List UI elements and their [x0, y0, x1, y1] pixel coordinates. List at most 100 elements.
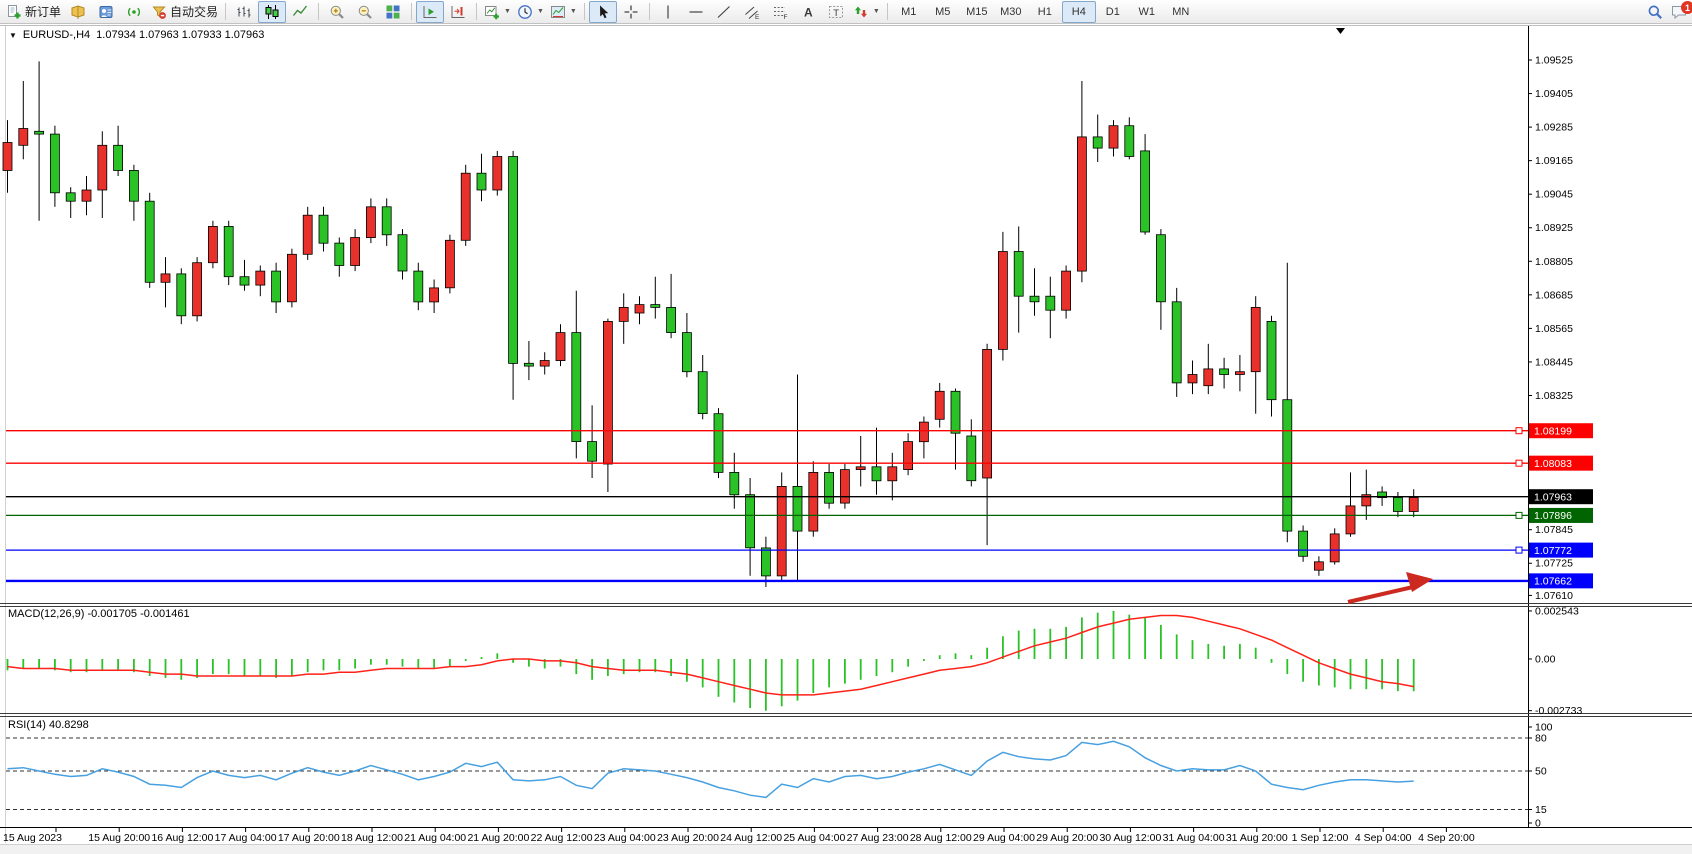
candle-down [477, 173, 486, 190]
tf-d1-button[interactable]: D1 [1096, 1, 1130, 23]
toolbar-separator [476, 3, 477, 20]
book-icon [70, 4, 86, 20]
macd-indicator-label: MACD(12,26,9) -0.001705 -0.001461 [8, 608, 190, 620]
price-chart-canvas[interactable]: 1.095251.094051.092851.091651.090451.089… [0, 0, 1692, 854]
candle-up [98, 145, 107, 190]
profiles-button[interactable] [92, 1, 120, 23]
zoom-in-button[interactable] [323, 1, 351, 23]
tf-mn-button[interactable]: MN [1164, 1, 1198, 23]
autotrading-button[interactable]: 自动交易 [148, 1, 221, 23]
candle-down [398, 235, 407, 271]
line-handle[interactable] [1516, 428, 1522, 434]
candle-up [351, 238, 360, 266]
price-tick-label: 1.09405 [1535, 88, 1573, 100]
chart-title[interactable]: ▼ EURUSD-,H4 1.07934 1.07963 1.07933 1.0… [9, 29, 264, 41]
candle-up [1204, 369, 1213, 386]
chart-shift-button[interactable] [444, 1, 472, 23]
chevron-down-icon[interactable]: ▼ [873, 8, 880, 15]
horizontal-scrollbar[interactable] [0, 844, 1692, 854]
candle-down [1046, 296, 1055, 310]
tf-w1-button[interactable]: W1 [1130, 1, 1164, 23]
candle-up [19, 129, 28, 146]
chevron-down-icon[interactable]: ▼ [570, 8, 577, 15]
tf-m15-button[interactable]: M15 [960, 1, 994, 23]
candle-down [967, 436, 976, 481]
candle-down [240, 277, 249, 285]
symbol-dropdown-icon[interactable]: ▼ [9, 31, 17, 40]
bars-icon [236, 4, 252, 20]
candle-up [430, 288, 439, 302]
candle-up [935, 391, 944, 419]
price-tick-label: 1.09285 [1535, 122, 1573, 134]
zoom-out-icon [357, 4, 373, 20]
search-button[interactable] [1647, 4, 1663, 20]
line-handle[interactable] [1516, 460, 1522, 466]
time-tick-label: 30 Aug 12:00 [1099, 832, 1161, 844]
toolbar-separator [318, 3, 319, 20]
text-button[interactable]: A [794, 1, 822, 23]
cursor-button[interactable] [589, 1, 617, 23]
candle-down [951, 391, 960, 433]
candle-down [793, 486, 802, 531]
line-icon [292, 4, 308, 20]
candle-down [1283, 400, 1292, 531]
line-handle[interactable] [1516, 512, 1522, 518]
equidistant-channel-button[interactable]: E [738, 1, 766, 23]
time-tick-label: 23 Aug 20:00 [657, 832, 719, 844]
quotes-button[interactable] [64, 1, 92, 23]
tf-m5-button[interactable]: M5 [926, 1, 960, 23]
time-tick-label: 31 Aug 20:00 [1226, 832, 1288, 844]
vertical-line-button[interactable] [654, 1, 682, 23]
candle-down [50, 134, 59, 193]
time-tick-label: 29 Aug 04:00 [973, 832, 1035, 844]
candle-down [1156, 235, 1165, 302]
arrows-button[interactable]: ▼ [850, 1, 883, 23]
candle-down [667, 307, 676, 332]
fibonacci-button[interactable]: F [766, 1, 794, 23]
periods-button[interactable]: ▼ [514, 1, 547, 23]
candle-down [1267, 321, 1276, 399]
tf-m30-button[interactable]: M30 [994, 1, 1028, 23]
channel-icon: E [744, 4, 760, 20]
indicators-button[interactable]: ▼ [481, 1, 514, 23]
tf-m1-button[interactable]: M1 [892, 1, 926, 23]
time-tick-label: 15 Aug 20:00 [88, 832, 150, 844]
candlestick-chart-button[interactable] [258, 1, 286, 23]
bar-chart-button[interactable] [230, 1, 258, 23]
candle-down [682, 333, 691, 372]
crosshair-button[interactable] [617, 1, 645, 23]
new-order-button[interactable]: 新订单 [3, 1, 64, 23]
candle-up [998, 252, 1007, 350]
chevron-down-icon[interactable]: ▼ [504, 8, 511, 15]
price-tick-label: 1.08805 [1535, 256, 1573, 268]
candle-up [493, 157, 502, 191]
candle-down [588, 442, 597, 462]
templates-button[interactable]: ▼ [547, 1, 580, 23]
trendline-button[interactable] [710, 1, 738, 23]
candle-up [193, 263, 202, 316]
time-tick-label: 31 Aug 04:00 [1163, 832, 1225, 844]
horizontal-line-button[interactable] [682, 1, 710, 23]
price-tick-label: 1.07725 [1535, 558, 1573, 570]
rsi-axis-label: 15 [1535, 804, 1547, 816]
crosshair-icon [623, 4, 639, 20]
line-handle[interactable] [1516, 547, 1522, 553]
chart-title-ohlc: 1.07934 1.07963 1.07933 1.07963 [96, 29, 264, 41]
chevron-down-icon[interactable]: ▼ [537, 8, 544, 15]
tf-h4-button[interactable]: H4 [1062, 1, 1096, 23]
tf-h1-button[interactable]: H1 [1028, 1, 1062, 23]
candle-up [1409, 498, 1418, 512]
signals-button[interactable] [120, 1, 148, 23]
candle-down [145, 201, 154, 282]
candle-up [445, 240, 454, 287]
zoom-out-button[interactable] [351, 1, 379, 23]
price-line-axis-label-text: 1.07662 [1534, 576, 1572, 588]
tile-windows-button[interactable] [379, 1, 407, 23]
candle-down [1393, 498, 1402, 512]
notifications-button[interactable]: 1 [1671, 4, 1687, 20]
text-label-button[interactable]: T [822, 1, 850, 23]
time-tick-label: 18 Aug 12:00 [341, 832, 403, 844]
auto-scroll-button[interactable] [416, 1, 444, 23]
candle-down [698, 372, 707, 414]
line-chart-button[interactable] [286, 1, 314, 23]
